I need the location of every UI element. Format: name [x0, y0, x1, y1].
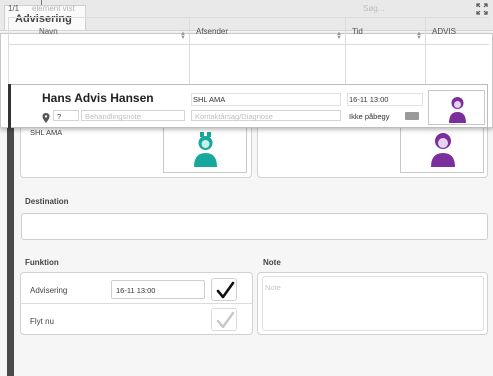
note-label: Note: [263, 258, 281, 267]
checkmark-icon: [216, 281, 235, 299]
column-tid[interactable]: Tid: [345, 18, 425, 44]
priority-input[interactable]: ?: [53, 110, 79, 121]
sort-icon[interactable]: ▲ ▼: [180, 31, 186, 41]
funktion-row-label: Flyt nu: [30, 317, 55, 326]
treatment-note-placeholder: Behandlingsnote: [85, 112, 141, 121]
advisering-checkbox[interactable]: [211, 278, 237, 301]
funktion-divider: [21, 303, 252, 304]
location-icon: [42, 110, 50, 123]
column-afsender[interactable]: Afsender: [189, 18, 345, 44]
funktion-label: Funktion: [25, 258, 59, 267]
row-status: Ikke påbegy: [349, 112, 390, 121]
time-line: [347, 93, 423, 106]
contact-reason-placeholder: Kontaktårsag/Diagnose: [195, 112, 273, 121]
sort-icon[interactable]: ▲ ▼: [336, 31, 342, 41]
checkmark-icon: [216, 311, 235, 329]
column-advis[interactable]: ADVIS: [425, 18, 489, 44]
funktion-row-label: Advisering: [30, 286, 68, 295]
column-navn[interactable]: Navn: [32, 18, 188, 44]
status-toggle[interactable]: [405, 112, 419, 120]
contact-reason-input[interactable]: Kontaktårsag/Diagnose: [191, 110, 341, 121]
note-textarea[interactable]: [262, 276, 484, 331]
list-count-label: element vist: [32, 4, 75, 13]
list-count: 1/1: [8, 4, 20, 13]
selected-row-indicator: [8, 84, 11, 128]
funktion-time-value: 16-11 13:00: [116, 286, 156, 295]
sender-line: [191, 93, 341, 106]
destination-input[interactable]: [21, 213, 488, 240]
advis-logo: [428, 90, 485, 125]
purple-person-icon: [449, 97, 466, 123]
sender-text: SHL AMA: [30, 128, 63, 137]
sort-icon[interactable]: ▲ ▼: [416, 31, 422, 41]
column-header-divider: [8, 44, 489, 45]
flyt-nu-checkbox[interactable]: [211, 308, 237, 331]
row-name: Hans Advis Hansen: [42, 91, 154, 105]
priority-value: ?: [57, 112, 62, 121]
search-placeholder[interactable]: Søg...: [363, 4, 384, 13]
treatment-note-input[interactable]: Behandlingsnote: [81, 110, 185, 121]
column-separator: [8, 18, 9, 84]
funktion-time-input[interactable]: 16-11 13:00: [111, 280, 205, 299]
collapse-icon[interactable]: [476, 2, 488, 15]
destination-label: Destination: [25, 197, 69, 206]
